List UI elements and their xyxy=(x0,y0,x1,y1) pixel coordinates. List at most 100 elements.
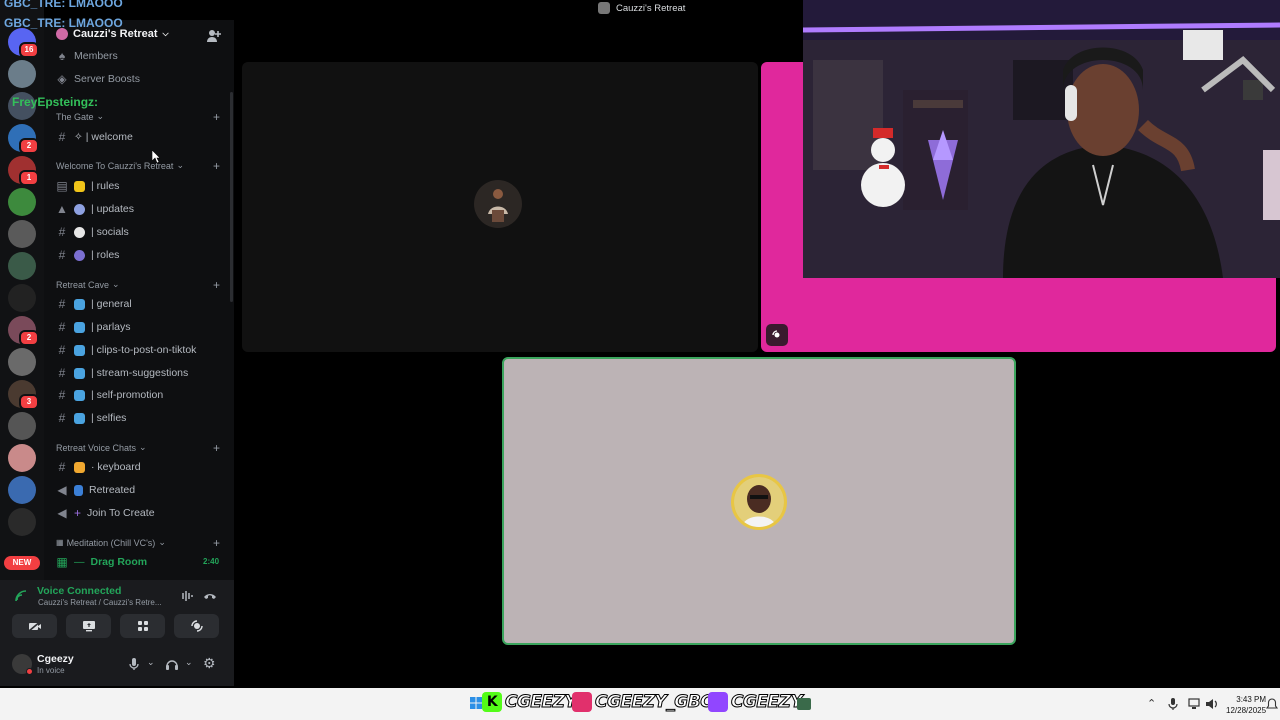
channel-selfies[interactable]: # | selfies xyxy=(56,411,127,425)
channel-general[interactable]: # | general xyxy=(56,297,132,311)
members-menu-item[interactable]: ♠ Members xyxy=(56,49,118,63)
channel-updates[interactable]: ▲ | updates xyxy=(56,202,134,216)
chevron-down-icon: ⌄ xyxy=(158,537,166,547)
channel-welcome[interactable]: # ✧ | welcome xyxy=(56,130,133,144)
network-icon[interactable] xyxy=(1188,698,1200,710)
soundboard-button[interactable] xyxy=(174,614,219,638)
category-label: Meditation (Chill VC's) xyxy=(66,537,156,548)
emoji-icon xyxy=(74,412,85,424)
channel-label: | socials xyxy=(91,226,129,238)
microphone-icon[interactable] xyxy=(128,657,140,671)
headphones-icon[interactable] xyxy=(165,657,179,671)
channel-label: | clips-to-post-on-tiktok xyxy=(91,344,197,356)
server-icon[interactable]: 3 xyxy=(8,380,39,410)
emoji-icon xyxy=(74,344,85,356)
activities-button[interactable] xyxy=(120,614,165,638)
invite-people-icon[interactable] xyxy=(206,28,222,44)
folder-emoji-icon xyxy=(74,180,85,192)
speaker-icon: ◀ xyxy=(57,483,67,497)
category-meditation[interactable]: ▦ Meditation (Chill VC's) ⌄ xyxy=(56,537,166,548)
speaker-emoji-icon xyxy=(74,203,85,215)
channel-keyboard[interactable]: # · keyboard xyxy=(56,460,141,474)
window-title-text: Cauzzi's Retreat xyxy=(616,2,686,14)
category-label: Welcome To Cauzzi's Retreat xyxy=(56,160,174,171)
server-icon[interactable]: 2 xyxy=(8,124,39,154)
microphone-icon[interactable] xyxy=(1168,698,1178,710)
kick-handle: K CGEEZY xyxy=(482,692,577,713)
system-clock[interactable]: 3:43 PM 12/28/2025 xyxy=(1226,694,1266,716)
server-icon[interactable] xyxy=(8,444,36,472)
add-channel-icon[interactable]: + xyxy=(213,110,220,124)
home-icon[interactable]: 16 xyxy=(8,28,39,58)
screen-share-button[interactable] xyxy=(66,614,111,638)
category-the-gate[interactable]: The Gate ⌄ xyxy=(56,111,104,122)
channel-rules[interactable]: ▤ | rules xyxy=(56,179,119,193)
server-icon[interactable] xyxy=(8,476,36,504)
voice-location[interactable]: Cauzzi's Retreat / Cauzzi's Retre... xyxy=(38,598,162,607)
hash-icon: # xyxy=(58,297,66,311)
emoji-icon xyxy=(74,298,85,310)
new-badge: NEW xyxy=(4,556,40,570)
chat-overlay-line: GBC_TRE: LMAOOO xyxy=(4,16,123,30)
server-boosts-menu-item[interactable]: ◈ Server Boosts xyxy=(56,72,140,86)
connection-icon[interactable] xyxy=(14,589,28,603)
channel-label: | rules xyxy=(91,180,120,192)
category-welcome[interactable]: Welcome To Cauzzi's Retreat ⌄ xyxy=(56,160,184,171)
voice-channel-retreated[interactable]: ◀ Retreated xyxy=(56,483,135,497)
user-name[interactable]: Cgeezy xyxy=(37,653,74,665)
chevron-down-icon[interactable]: ⌄ xyxy=(185,657,193,668)
channel-label: | general xyxy=(91,298,132,310)
boost-icon: ◈ xyxy=(57,72,67,86)
channel-label: | roles xyxy=(91,249,120,261)
hash-icon: # xyxy=(58,411,66,425)
add-channel-icon[interactable]: + xyxy=(213,536,220,550)
emoji-icon xyxy=(74,484,83,496)
sidebar-scrollbar[interactable] xyxy=(230,92,233,302)
voice-channel-drag-room[interactable]: ▦ — Drag Room xyxy=(56,555,147,569)
windows-start-icon[interactable] xyxy=(470,697,482,709)
volume-icon[interactable] xyxy=(1205,698,1219,710)
kick-icon: K xyxy=(482,692,502,712)
category-label: Retreat Voice Chats xyxy=(56,442,137,453)
server-icon[interactable] xyxy=(8,60,36,88)
unread-badge: 2 xyxy=(19,138,39,154)
server-icon[interactable] xyxy=(8,348,36,376)
unread-badge: 2 xyxy=(19,330,39,346)
hash-icon: # xyxy=(58,460,66,474)
channel-label: | parlays xyxy=(91,321,131,333)
unread-badge: 1 xyxy=(19,170,39,186)
category-retreat-cave[interactable]: Retreat Cave ⌄ xyxy=(56,279,120,290)
channel-socials[interactable]: # | socials xyxy=(56,225,129,239)
notification-bell-icon[interactable] xyxy=(1266,698,1278,710)
channel-self-promotion[interactable]: # | self-promotion xyxy=(56,388,164,402)
disconnect-icon[interactable] xyxy=(203,590,217,602)
gear-icon[interactable]: ⚙ xyxy=(203,655,216,672)
server-rail: 16 2 1 2 3 NEW xyxy=(0,0,44,580)
chevron-up-icon[interactable]: ⌃ xyxy=(1147,697,1156,710)
server-icon[interactable] xyxy=(8,252,36,280)
webcam-feed xyxy=(803,0,1280,278)
server-icon xyxy=(598,2,610,14)
add-channel-icon[interactable]: + xyxy=(213,159,220,173)
server-icon[interactable] xyxy=(8,188,36,216)
server-icon[interactable] xyxy=(8,284,36,312)
server-icon[interactable] xyxy=(8,412,36,440)
channel-parlays[interactable]: # | parlays xyxy=(56,320,131,334)
channel-clips-to-post-on-tiktok[interactable]: # | clips-to-post-on-tiktok xyxy=(56,343,197,357)
server-icon[interactable]: 2 xyxy=(8,316,39,346)
add-channel-icon[interactable]: + xyxy=(213,278,220,292)
add-channel-icon[interactable]: + xyxy=(213,441,220,455)
voice-channel-join-to-create[interactable]: ◀ + Join To Create xyxy=(56,506,154,520)
channel-roles[interactable]: # | roles xyxy=(56,248,120,262)
noise-suppression-icon[interactable] xyxy=(179,590,193,602)
server-icon[interactable] xyxy=(8,508,36,536)
stream-preview-icon[interactable] xyxy=(766,324,788,346)
taskbar-app-icon[interactable] xyxy=(797,698,811,710)
server-icon[interactable] xyxy=(8,220,36,248)
server-icon[interactable]: 1 xyxy=(8,156,39,186)
channel-label: | self-promotion xyxy=(91,389,164,401)
category-retreat-voice-chats[interactable]: Retreat Voice Chats ⌄ xyxy=(56,442,147,453)
chevron-down-icon[interactable]: ⌄ xyxy=(147,657,155,668)
channel-stream-suggestions[interactable]: # | stream-suggestions xyxy=(56,366,189,380)
camera-toggle-button[interactable] xyxy=(12,614,57,638)
